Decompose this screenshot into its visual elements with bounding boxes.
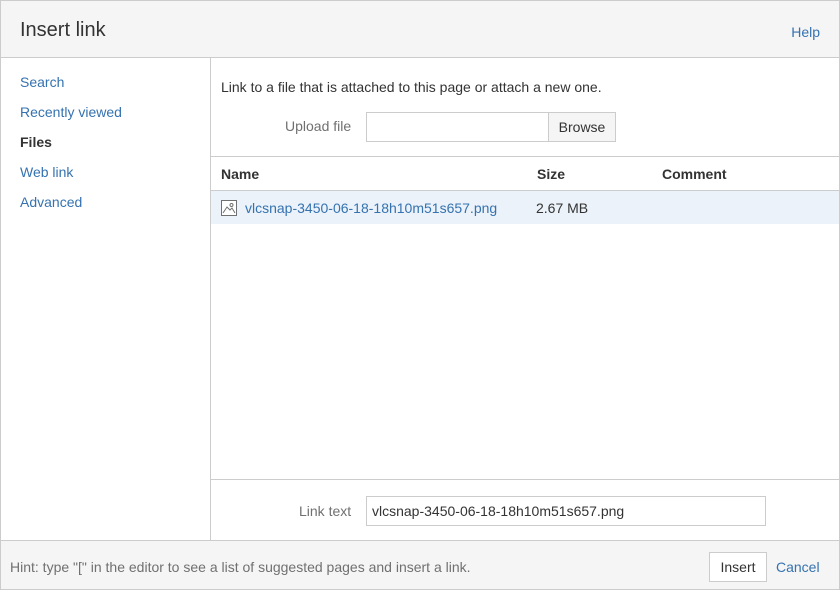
files-intro-text: Link to a file that is attached to this …	[221, 79, 602, 95]
sidebar: Search Recently viewed Files Web link Ad…	[1, 58, 211, 540]
dialog-title: Insert link	[20, 19, 106, 41]
dialog-footer: Hint: type "[" in the editor to see a li…	[1, 540, 839, 589]
help-link[interactable]: Help	[791, 24, 820, 40]
sidebar-item-files[interactable]: Files	[20, 134, 52, 150]
file-name-link[interactable]: vlcsnap-3450-06-18-18h10m51s657.png	[245, 200, 497, 216]
column-header-name[interactable]: Name	[221, 166, 259, 182]
link-text-area: Link text	[211, 479, 839, 540]
attachments-table: Name Size Comment vlcsnap-3450-06-18-18h…	[211, 156, 839, 224]
image-file-icon	[221, 200, 237, 216]
sidebar-item-search[interactable]: Search	[20, 74, 64, 90]
cancel-link[interactable]: Cancel	[776, 559, 820, 575]
insert-button[interactable]: Insert	[709, 552, 767, 582]
link-text-input[interactable]	[366, 496, 766, 526]
table-header: Name Size Comment	[211, 156, 839, 191]
sidebar-item-recently-viewed[interactable]: Recently viewed	[20, 104, 122, 120]
link-text-label: Link text	[299, 503, 352, 519]
column-header-size[interactable]: Size	[537, 166, 565, 182]
files-panel: Link to a file that is attached to this …	[211, 58, 839, 540]
upload-file-label: Upload file	[285, 118, 352, 134]
sidebar-item-advanced[interactable]: Advanced	[20, 194, 82, 210]
sidebar-item-web-link[interactable]: Web link	[20, 164, 73, 180]
file-size: 2.67 MB	[536, 200, 589, 216]
table-row[interactable]: vlcsnap-3450-06-18-18h10m51s657.png 2.67…	[211, 191, 839, 224]
upload-file-input[interactable]	[366, 112, 549, 142]
hint-text: Hint: type "[" in the editor to see a li…	[10, 559, 471, 575]
dialog-header: Insert link Help	[1, 1, 839, 58]
insert-link-dialog: Insert link Help Search Recently viewed …	[0, 0, 840, 590]
column-header-comment[interactable]: Comment	[662, 166, 727, 182]
browse-button[interactable]: Browse	[548, 112, 616, 142]
